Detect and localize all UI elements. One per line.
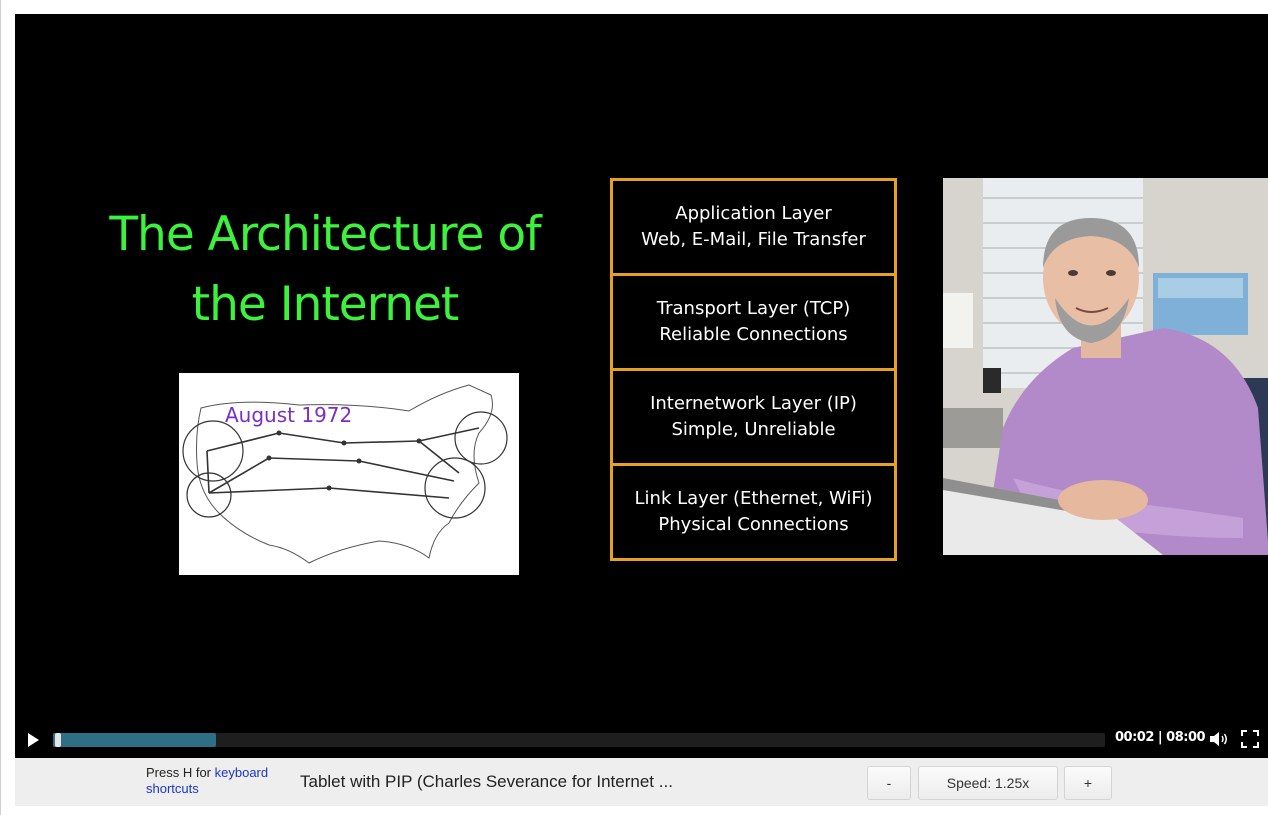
fullscreen-icon (1241, 730, 1259, 748)
video-name: Tablet with PIP (Charles Severance for I… (300, 772, 673, 791)
video-viewport[interactable]: The Architecture of the Internet August … (15, 14, 1268, 720)
help-prefix: Press H for (146, 765, 215, 780)
fullscreen-button[interactable] (1241, 730, 1259, 748)
player-bottom-bar: Press H for keyboard shortcuts Tablet wi… (15, 758, 1268, 806)
progress-handle[interactable] (55, 733, 61, 747)
layer-name: Application Layer (675, 203, 832, 224)
video-control-bar: 00:02 | 08:00 (15, 720, 1268, 758)
speed-up-button[interactable]: + (1064, 766, 1112, 800)
volume-button[interactable] (1208, 729, 1230, 749)
layer-detail: Reliable Connections (659, 324, 848, 345)
network-layer-stack: Application Layer Web, E-Mail, File Tran… (610, 178, 897, 561)
layer-box-transport: Transport Layer (TCP) Reliable Connectio… (610, 273, 897, 371)
layer-box-application: Application Layer Web, E-Mail, File Tran… (610, 178, 897, 276)
play-button[interactable] (25, 732, 41, 748)
layer-name: Link Layer (Ethernet, WiFi) (634, 488, 873, 509)
layer-box-link: Link Layer (Ethernet, WiFi) Physical Con… (610, 463, 897, 561)
play-icon (28, 733, 39, 747)
time-display: 00:02 | 08:00 (1115, 730, 1206, 745)
layer-box-internetwork: Internetwork Layer (IP) Simple, Unreliab… (610, 368, 897, 466)
map-caption: August 1972 (225, 403, 353, 427)
arpanet-map-image: August 1972 (179, 373, 519, 575)
slide-title: The Architecture of the Internet (85, 200, 565, 340)
speed-down-button[interactable]: - (867, 766, 911, 800)
progress-fill (53, 733, 217, 747)
slide-title-line-1: The Architecture of (109, 207, 541, 262)
video-player-page: The Architecture of the Internet August … (0, 0, 1268, 815)
layer-detail: Simple, Unreliable (671, 419, 836, 440)
slide-title-line-2: the Internet (191, 277, 460, 332)
progress-slider[interactable] (53, 733, 1105, 747)
layer-detail: Physical Connections (658, 514, 849, 535)
layer-name: Transport Layer (TCP) (656, 298, 851, 319)
keyboard-help-text: Press H for keyboard shortcuts (146, 765, 296, 797)
speed-button[interactable]: Speed: 1.25x (918, 766, 1058, 800)
layer-name: Internetwork Layer (IP) (650, 393, 857, 414)
presenter-pip-video (943, 178, 1268, 555)
volume-icon (1210, 732, 1227, 746)
layer-detail: Web, E-Mail, File Transfer (641, 229, 866, 250)
presenter-illustration (943, 178, 1268, 555)
